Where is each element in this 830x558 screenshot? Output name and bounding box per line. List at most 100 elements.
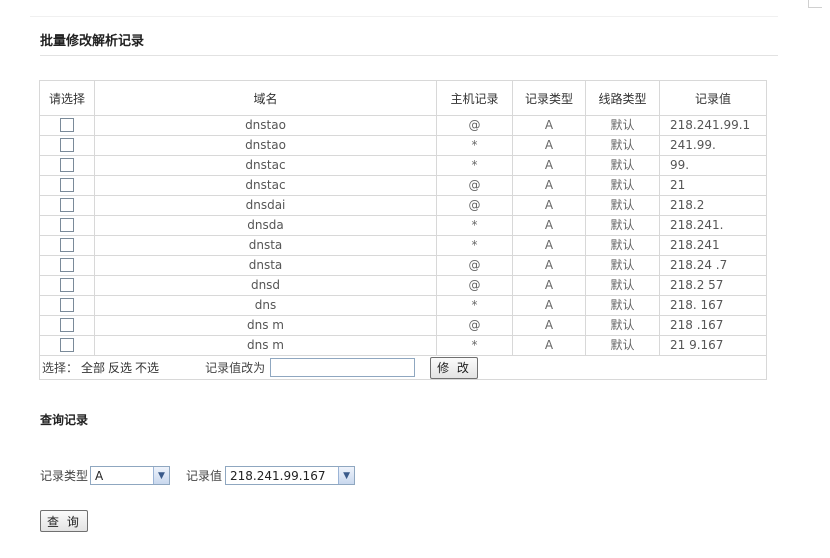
- row-checkbox[interactable]: [60, 257, 74, 272]
- row-type: A: [512, 175, 586, 196]
- table-row: dnsta * A 默认 218.241: [39, 235, 767, 256]
- query-button[interactable]: 查 询: [40, 510, 88, 532]
- new-value-input[interactable]: [270, 358, 416, 377]
- row-host: *: [436, 295, 513, 316]
- row-host: @: [436, 115, 513, 136]
- header-select: 请选择: [39, 80, 95, 116]
- row-line: 默认: [585, 295, 660, 316]
- row-checkbox[interactable]: [60, 157, 74, 172]
- row-type: A: [512, 335, 586, 356]
- header-host: 主机记录: [436, 80, 513, 116]
- top-divider: [30, 16, 778, 17]
- query-form: 记录类型 A ▼ 记录值 218.241.99.167 ▼: [40, 466, 356, 485]
- row-type: A: [512, 235, 586, 256]
- row-host: *: [436, 215, 513, 236]
- row-line: 默认: [585, 155, 660, 176]
- row-host: @: [436, 275, 513, 296]
- row-domain: dns m: [94, 335, 437, 356]
- row-domain: dnstao: [94, 135, 437, 156]
- row-value: 218.24 .7: [659, 255, 767, 276]
- row-type: A: [512, 215, 586, 236]
- table-row: dnsd @ A 默认 218.2 57: [39, 275, 767, 296]
- row-line: 默认: [585, 135, 660, 156]
- row-value: 218.2: [659, 195, 767, 216]
- row-type: A: [512, 275, 586, 296]
- query-type-label: 记录类型: [40, 469, 89, 483]
- query-value-label: 记录值: [186, 469, 223, 483]
- row-checkbox[interactable]: [60, 237, 74, 252]
- header-line: 线路类型: [585, 80, 660, 116]
- row-line: 默认: [585, 175, 660, 196]
- row-host: @: [436, 315, 513, 336]
- row-domain: dnstac: [94, 155, 437, 176]
- row-checkbox[interactable]: [60, 117, 74, 132]
- row-checkbox[interactable]: [60, 277, 74, 292]
- row-checkbox[interactable]: [60, 137, 74, 152]
- row-value: 218.241.99.1: [659, 115, 767, 136]
- row-checkbox[interactable]: [60, 317, 74, 332]
- row-domain: dnsta: [94, 255, 437, 276]
- row-host: @: [436, 195, 513, 216]
- chevron-down-icon: ▼: [153, 467, 170, 484]
- select-label: 选择：: [42, 361, 79, 375]
- row-type: A: [512, 295, 586, 316]
- row-domain: dnsta: [94, 235, 437, 256]
- records-table: 请选择 域名 主机记录 记录类型 线路类型 记录值 dnstao @ A 默认 …: [39, 80, 767, 380]
- row-checkbox[interactable]: [60, 197, 74, 212]
- row-type: A: [512, 315, 586, 336]
- table-row: dns m * A 默认 21 9.167: [39, 335, 767, 356]
- table-row: dns * A 默认 218. 167: [39, 295, 767, 316]
- row-line: 默认: [585, 335, 660, 356]
- table-header-row: 请选择 域名 主机记录 记录类型 线路类型 记录值: [39, 80, 767, 116]
- row-type: A: [512, 195, 586, 216]
- row-domain: dns m: [94, 315, 437, 336]
- row-host: @: [436, 175, 513, 196]
- select-none-link[interactable]: 不选: [135, 359, 159, 376]
- batch-section-title: 批量修改解析记录: [40, 34, 145, 49]
- record-value-select[interactable]: 218.241.99.167 ▼: [225, 466, 356, 485]
- row-domain: dnsda: [94, 215, 437, 236]
- row-value: 218.241.: [659, 215, 767, 236]
- row-domain: dnsd: [94, 275, 437, 296]
- row-line: 默认: [585, 235, 660, 256]
- row-checkbox[interactable]: [60, 217, 74, 232]
- row-host: *: [436, 155, 513, 176]
- header-domain: 域名: [94, 80, 437, 116]
- row-domain: dnsdai: [94, 195, 437, 216]
- row-value: 218.2 57: [659, 275, 767, 296]
- record-type-selected: A: [95, 468, 104, 483]
- table-row: dnstac * A 默认 99.: [39, 155, 767, 176]
- batch-actions: 选择： 全部 反选 不选 记录值改为 修 改: [42, 356, 766, 379]
- row-value: 99.: [659, 155, 767, 176]
- row-host: *: [436, 235, 513, 256]
- change-value-label: 记录值改为: [205, 361, 266, 375]
- table-row: dnstao @ A 默认 218.241.99.1: [39, 115, 767, 136]
- record-type-select[interactable]: A ▼: [90, 466, 171, 485]
- row-value: 21: [659, 175, 767, 196]
- select-all-link[interactable]: 全部: [81, 359, 105, 376]
- row-checkbox[interactable]: [60, 177, 74, 192]
- header-value: 记录值: [659, 80, 767, 116]
- row-line: 默认: [585, 255, 660, 276]
- row-type: A: [512, 155, 586, 176]
- row-line: 默认: [585, 215, 660, 236]
- chevron-down-icon: ▼: [338, 467, 355, 484]
- record-value-selected: 218.241.99.167: [230, 468, 326, 483]
- row-host: @: [436, 255, 513, 276]
- row-line: 默认: [585, 115, 660, 136]
- row-type: A: [512, 115, 586, 136]
- table-row: dnsda * A 默认 218.241.: [39, 215, 767, 236]
- table-row: dnstao * A 默认 241.99.: [39, 135, 767, 156]
- corner-mark: [808, 0, 822, 8]
- table-row: dnsdai @ A 默认 218.2: [39, 195, 767, 216]
- invert-selection-link[interactable]: 反选: [108, 359, 132, 376]
- row-checkbox[interactable]: [60, 337, 74, 352]
- table-row: dnstac @ A 默认 21: [39, 175, 767, 196]
- row-value: 218. 167: [659, 295, 767, 316]
- row-value: 241.99.: [659, 135, 767, 156]
- table-row: dns m @ A 默认 218 .167: [39, 315, 767, 336]
- row-checkbox[interactable]: [60, 297, 74, 312]
- row-value: 21 9.167: [659, 335, 767, 356]
- modify-button[interactable]: 修 改: [430, 356, 478, 379]
- table-row: dnsta @ A 默认 218.24 .7: [39, 255, 767, 276]
